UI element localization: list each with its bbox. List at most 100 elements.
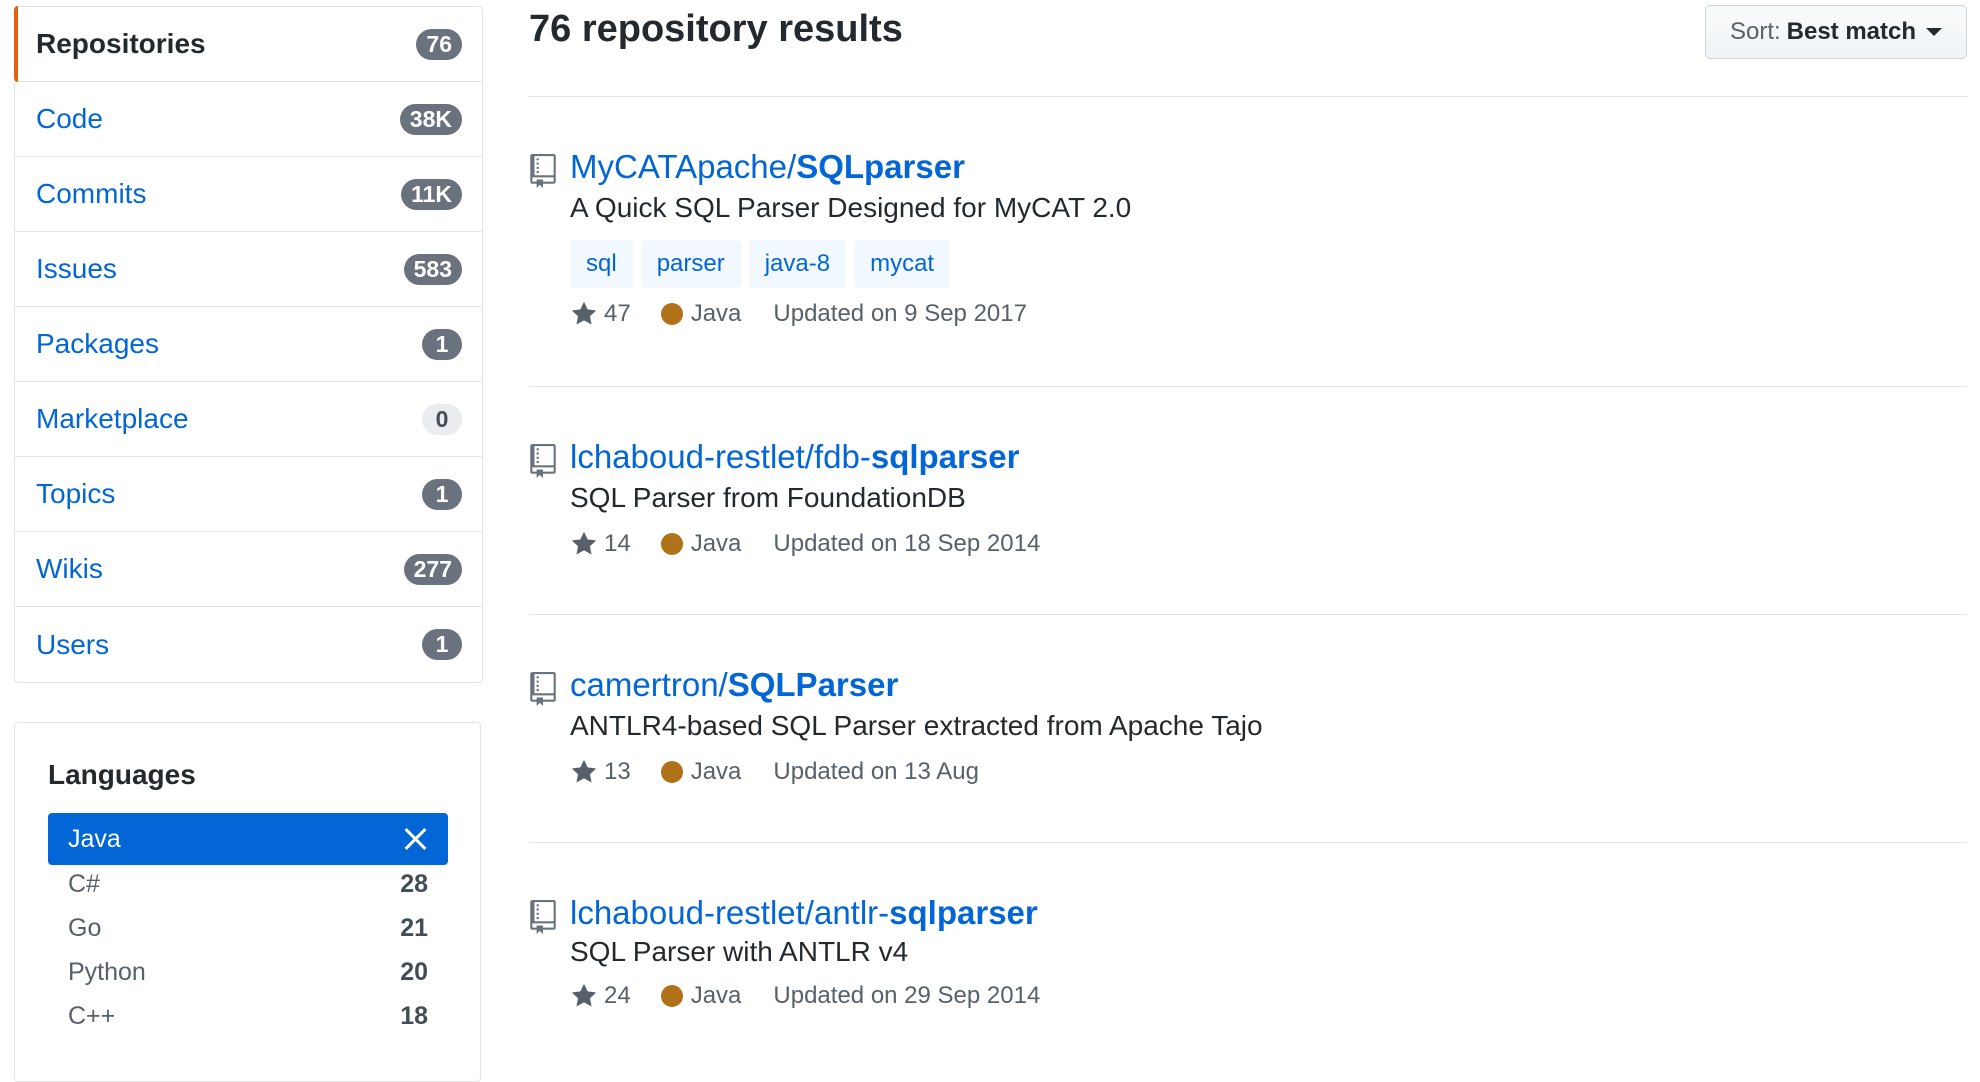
updated-date: Updated on 18 Sep 2014 xyxy=(773,530,1041,557)
filter-label: Topics xyxy=(36,478,116,509)
repo-meta: 24 Java Updated on 29 Sep 2014 xyxy=(570,982,1040,1010)
filter-label: Wikis xyxy=(36,553,103,584)
filter-label: Commits xyxy=(36,178,147,209)
repo-link[interactable]: MyCATApache/SQLparser xyxy=(570,148,965,186)
repo-description: A Quick SQL Parser Designed for MyCAT 2.… xyxy=(570,192,1132,223)
filter-count: 76 xyxy=(416,28,462,60)
filter-count: 1 xyxy=(422,328,462,360)
filter-label: Issues xyxy=(36,253,117,284)
filter-label: Marketplace xyxy=(36,403,189,434)
updated-date: Updated on 13 Aug xyxy=(773,758,979,785)
repo-language: Java xyxy=(690,300,742,327)
filter-label: Repositories xyxy=(36,28,206,59)
repo-description: SQL Parser with ANTLR v4 xyxy=(570,936,909,967)
filter-count: 1 xyxy=(422,629,462,660)
filter-count: 38K xyxy=(399,103,462,135)
star-count[interactable]: 47 xyxy=(604,300,631,328)
repo-name-highlight: sqlparser xyxy=(870,438,1020,475)
filter-wikis[interactable]: Wikis 277 xyxy=(15,532,482,607)
language-item-cpp[interactable]: C++ 18 xyxy=(48,990,448,1042)
divider xyxy=(529,96,1967,97)
language-name: C# xyxy=(68,869,100,898)
languages-title: Languages xyxy=(48,759,196,790)
repo-meta: 13 Java Updated on 13 Aug xyxy=(570,758,979,786)
star-count[interactable]: 13 xyxy=(604,758,631,786)
filter-issues[interactable]: Issues 583 xyxy=(15,232,482,307)
repo-language: Java xyxy=(690,982,742,1009)
filter-count: 1 xyxy=(422,478,462,510)
filter-label: Code xyxy=(36,103,103,134)
filter-code[interactable]: Code 38K xyxy=(15,82,482,157)
language-color-dot xyxy=(660,533,683,555)
star-icon xyxy=(571,759,597,783)
repo-language: Java xyxy=(690,530,742,557)
repo-icon xyxy=(530,444,556,478)
filter-count: 11K xyxy=(401,178,462,210)
filter-repositories[interactable]: Repositories 76 xyxy=(14,6,482,82)
filter-marketplace[interactable]: Marketplace 0 xyxy=(15,382,482,457)
language-count: 18 xyxy=(400,1001,428,1030)
language-color-dot xyxy=(660,303,683,325)
language-color-dot xyxy=(660,985,683,1007)
language-count: 28 xyxy=(400,869,428,898)
repo-icon xyxy=(530,672,556,706)
updated-date: Updated on 9 Sep 2017 xyxy=(773,300,1027,327)
sort-prefix: Sort: xyxy=(1729,18,1781,45)
language-name: C++ xyxy=(68,1001,116,1030)
filter-count: 277 xyxy=(403,553,462,585)
results-title: 76 repository results xyxy=(529,8,903,50)
filter-topics[interactable]: Topics 1 xyxy=(15,457,482,532)
repo-link[interactable]: lchaboud-restlet/fdb-sqlparser xyxy=(570,438,1019,476)
repo-result: lchaboud-restlet/antlr-sqlparser SQL Par… xyxy=(529,894,1967,1014)
divider xyxy=(529,842,1967,843)
filter-packages[interactable]: Packages 1 xyxy=(15,307,482,382)
star-icon xyxy=(571,983,597,1007)
language-name: Go xyxy=(68,913,102,942)
repo-result: lchaboud-restlet/fdb-sqlparser SQL Parse… xyxy=(529,438,1967,558)
repo-owner: MyCATApache/ xyxy=(570,148,797,185)
caret-down-icon xyxy=(1926,28,1943,36)
search-type-nav: Repositories 76 Code 38K Commits 11K Iss… xyxy=(14,6,483,683)
languages-filter: Languages Java C# 28 Go 21 Python 20 C++… xyxy=(14,722,481,1082)
divider xyxy=(529,614,1967,615)
sort-value: Best match xyxy=(1786,18,1917,45)
star-count[interactable]: 24 xyxy=(604,982,631,1010)
language-color-dot xyxy=(660,761,683,783)
filter-count: 583 xyxy=(403,253,462,285)
repo-owner: lchaboud-restlet/antlr- xyxy=(570,894,890,931)
topic-tag[interactable]: sql xyxy=(570,240,633,288)
divider xyxy=(529,386,1967,387)
repo-name-highlight: SQLParser xyxy=(727,666,899,703)
repo-meta: 47 Java Updated on 9 Sep 2017 xyxy=(570,300,1027,328)
repo-topics: sql parser java-8 mycat xyxy=(570,240,951,288)
star-icon xyxy=(571,531,597,555)
repo-link[interactable]: lchaboud-restlet/antlr-sqlparser xyxy=(570,894,1038,932)
repo-name-highlight: SQLparser xyxy=(796,148,965,185)
repo-meta: 14 Java Updated on 18 Sep 2014 xyxy=(570,530,1040,558)
repo-name-highlight: sqlparser xyxy=(889,894,1038,931)
language-name: Python xyxy=(68,957,146,986)
close-icon[interactable] xyxy=(404,827,428,851)
star-count[interactable]: 14 xyxy=(604,530,631,558)
repo-icon xyxy=(530,154,556,188)
repo-icon xyxy=(530,900,556,934)
repo-owner: lchaboud-restlet/fdb- xyxy=(570,438,871,475)
filter-users[interactable]: Users 1 xyxy=(15,607,482,682)
star-icon xyxy=(571,301,597,325)
filter-label: Packages xyxy=(36,328,159,359)
filter-label: Users xyxy=(36,628,110,660)
topic-tag[interactable]: java-8 xyxy=(748,240,847,288)
repo-link[interactable]: camertron/SQLParser xyxy=(570,666,898,704)
filter-count: 0 xyxy=(422,403,462,435)
topic-tag[interactable]: mycat xyxy=(854,240,951,288)
repo-owner: camertron/ xyxy=(570,666,728,703)
repo-language: Java xyxy=(690,758,742,785)
topic-tag[interactable]: parser xyxy=(640,240,741,288)
updated-date: Updated on 29 Sep 2014 xyxy=(773,982,1041,1009)
language-count: 21 xyxy=(400,913,428,942)
repo-description: ANTLR4-based SQL Parser extracted from A… xyxy=(570,710,1263,741)
sort-dropdown-button[interactable]: Sort: Best match xyxy=(1705,5,1967,59)
filter-commits[interactable]: Commits 11K xyxy=(15,157,482,232)
repo-result: camertron/SQLParser ANTLR4-based SQL Par… xyxy=(529,666,1967,786)
repo-result: MyCATApache/SQLparser A Quick SQL Parser… xyxy=(529,148,1967,338)
